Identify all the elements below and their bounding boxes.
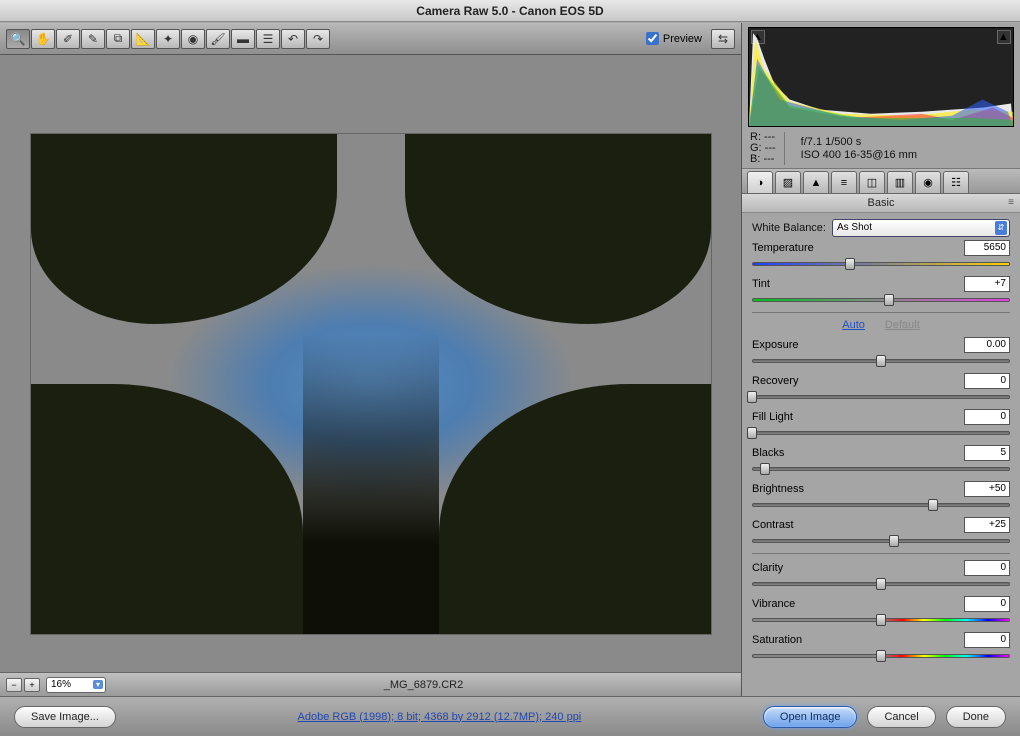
blacks-value[interactable]: 5 — [964, 445, 1010, 461]
color-sampler-tool-icon[interactable]: ✎ — [81, 29, 105, 49]
contrast-slider[interactable] — [752, 535, 1010, 547]
tint-row: Tint +7 — [752, 276, 1010, 306]
temperature-value[interactable]: 5650 — [964, 240, 1010, 256]
fullscreen-toggle-icon[interactable]: ⇆ — [711, 29, 735, 49]
zoom-out-button[interactable]: − — [6, 678, 22, 692]
exposure-label: Exposure — [752, 339, 798, 351]
vibrance-label: Vibrance — [752, 598, 795, 610]
spot-removal-tool-icon[interactable]: ✦ — [156, 29, 180, 49]
zoom-select[interactable]: 16% — [46, 677, 106, 693]
auto-link[interactable]: Auto — [842, 319, 865, 331]
contrast-value[interactable]: +25 — [964, 517, 1010, 533]
vibrance-value[interactable]: 0 — [964, 596, 1010, 612]
tab-basic-icon[interactable]: ◑ — [747, 171, 773, 193]
left-pane: 🔍 ✋ ✐ ✎ ⧉ 📐 ✦ ◉ 🖌 ▬ ☰ ↶ ↷ Preview ⇆ — [0, 23, 742, 696]
clarity-value[interactable]: 0 — [964, 560, 1010, 576]
saturation-label: Saturation — [752, 634, 802, 646]
straighten-tool-icon[interactable]: 📐 — [131, 29, 155, 49]
zoom-tool-icon[interactable]: 🔍 — [6, 29, 30, 49]
panel-tabs: ◑ ▨ ▲ ≡ ◫ ▥ ◉ ☷ — [742, 169, 1020, 194]
temperature-label: Temperature — [752, 242, 814, 254]
workflow-link[interactable]: Adobe RGB (1998); 8 bit; 4368 by 2912 (1… — [298, 711, 582, 723]
blacks-label: Blacks — [752, 447, 784, 459]
tab-lens-icon[interactable]: ▥ — [887, 171, 913, 193]
done-button[interactable]: Done — [946, 706, 1006, 728]
status-bar: − + 16% _MG_6879.CR2 — [0, 672, 741, 696]
adjustment-brush-tool-icon[interactable]: 🖌 — [206, 29, 230, 49]
graduated-filter-tool-icon[interactable]: ▬ — [231, 29, 255, 49]
rotate-cw-tool-icon[interactable]: ↷ — [306, 29, 330, 49]
brightness-slider[interactable] — [752, 499, 1010, 511]
saturation-value[interactable]: 0 — [964, 632, 1010, 648]
recovery-label: Recovery — [752, 375, 798, 387]
tab-presets-icon[interactable]: ☷ — [943, 171, 969, 193]
tint-value[interactable]: +7 — [964, 276, 1010, 292]
preview-checkbox-input[interactable] — [646, 32, 659, 45]
preview-image — [31, 134, 711, 634]
red-eye-tool-icon[interactable]: ◉ — [181, 29, 205, 49]
open-image-button[interactable]: Open Image — [763, 706, 858, 728]
zoom-in-button[interactable]: + — [24, 678, 40, 692]
preview-checkbox[interactable]: Preview — [646, 32, 702, 45]
preview-label: Preview — [663, 33, 702, 45]
toolbar: 🔍 ✋ ✐ ✎ ⧉ 📐 ✦ ◉ 🖌 ▬ ☰ ↶ ↷ Preview ⇆ — [0, 23, 741, 55]
iso-lens: ISO 400 16-35@16 mm — [801, 149, 917, 162]
filllight-value[interactable]: 0 — [964, 409, 1010, 425]
brightness-label: Brightness — [752, 483, 804, 495]
vibrance-slider[interactable] — [752, 614, 1010, 626]
aperture-shutter: f/7.1 1/500 s — [801, 136, 917, 149]
window-titlebar: Camera Raw 5.0 - Canon EOS 5D — [0, 0, 1020, 22]
footer: Save Image... Adobe RGB (1998); 8 bit; 4… — [0, 696, 1020, 736]
crop-tool-icon[interactable]: ⧉ — [106, 29, 130, 49]
tab-camera-icon[interactable]: ◉ — [915, 171, 941, 193]
temperature-slider[interactable] — [752, 258, 1010, 270]
histogram[interactable]: ▲ ▲ — [748, 27, 1014, 127]
temperature-row: Temperature 5650 — [752, 240, 1010, 270]
tab-detail-icon[interactable]: ▲ — [803, 171, 829, 193]
hand-tool-icon[interactable]: ✋ — [31, 29, 55, 49]
recovery-slider[interactable] — [752, 391, 1010, 403]
filllight-label: Fill Light — [752, 411, 793, 423]
exposure-slider[interactable] — [752, 355, 1010, 367]
histogram-plot — [749, 28, 1013, 126]
exposure-value[interactable]: 0.00 — [964, 337, 1010, 353]
cancel-button[interactable]: Cancel — [867, 706, 935, 728]
panel-title: Basic — [742, 194, 1020, 213]
filename-label: _MG_6879.CR2 — [112, 679, 735, 691]
preferences-tool-icon[interactable]: ☰ — [256, 29, 280, 49]
recovery-value[interactable]: 0 — [964, 373, 1010, 389]
image-canvas[interactable] — [0, 55, 741, 672]
metadata-row: R: --- G: --- B: --- f/7.1 1/500 s ISO 4… — [742, 129, 1020, 169]
saturation-slider[interactable] — [752, 650, 1010, 662]
blacks-slider[interactable] — [752, 463, 1010, 475]
white-balance-tool-icon[interactable]: ✐ — [56, 29, 80, 49]
default-link[interactable]: Default — [885, 319, 920, 331]
clarity-slider[interactable] — [752, 578, 1010, 590]
tint-label: Tint — [752, 278, 770, 290]
rotate-ccw-tool-icon[interactable]: ↶ — [281, 29, 305, 49]
contrast-label: Contrast — [752, 519, 794, 531]
tab-split-icon[interactable]: ◫ — [859, 171, 885, 193]
white-balance-select[interactable]: As Shot — [832, 219, 1010, 237]
white-balance-label: White Balance: — [752, 222, 826, 234]
right-pane: ▲ ▲ R: --- G: --- B: --- f/7.1 1/500 s I… — [742, 23, 1020, 696]
clarity-label: Clarity — [752, 562, 783, 574]
brightness-value[interactable]: +50 — [964, 481, 1010, 497]
basic-panel: White Balance: As Shot Temperature 5650 T… — [742, 213, 1020, 696]
rgb-b: B: --- — [750, 154, 776, 165]
save-image-button[interactable]: Save Image... — [14, 706, 116, 728]
tab-curve-icon[interactable]: ▨ — [775, 171, 801, 193]
tint-slider[interactable] — [752, 294, 1010, 306]
filllight-slider[interactable] — [752, 427, 1010, 439]
tab-hsl-icon[interactable]: ≡ — [831, 171, 857, 193]
